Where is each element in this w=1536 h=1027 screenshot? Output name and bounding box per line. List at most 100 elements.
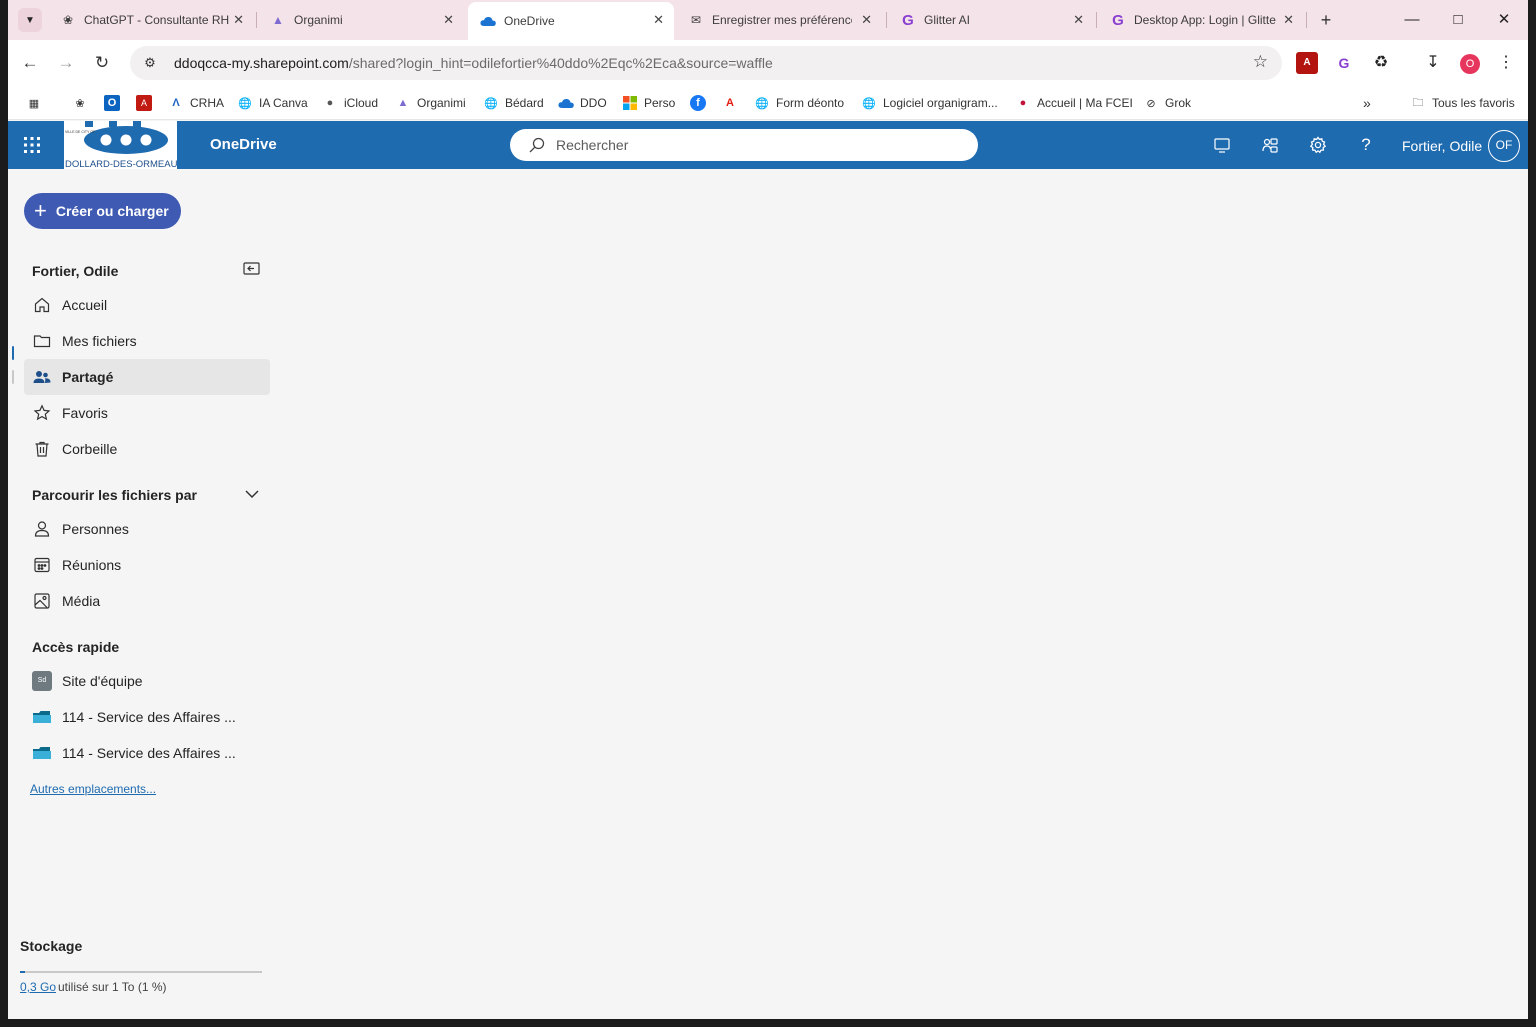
nav-item-accueil[interactable]: Accueil bbox=[24, 287, 270, 323]
monitor-icon[interactable] bbox=[1210, 133, 1234, 157]
tab-onedrive[interactable]: OneDrive ✕ bbox=[468, 2, 674, 40]
nav-item-corbeille[interactable]: Corbeille bbox=[24, 431, 270, 467]
browse-item-label: Média bbox=[62, 593, 101, 609]
close-icon[interactable]: ✕ bbox=[653, 12, 664, 28]
browse-item-personnes[interactable]: Personnes bbox=[24, 511, 270, 547]
extensions-icon[interactable]: ♻ bbox=[1370, 52, 1392, 74]
bookmark-fcei[interactable]: ● Accueil | Ma FCEI bbox=[1015, 93, 1133, 113]
back-button[interactable]: ← bbox=[18, 51, 42, 75]
nav-item-partage[interactable]: Partagé bbox=[24, 359, 270, 395]
star-icon bbox=[32, 403, 52, 423]
people-icon bbox=[32, 367, 52, 387]
bookmark-ddo[interactable]: DDO bbox=[558, 93, 607, 113]
collapse-pane-icon[interactable] bbox=[243, 262, 261, 276]
tab-organimi[interactable]: ▲ Organimi ✕ bbox=[258, 6, 464, 34]
quick-access-label: Site d'équipe bbox=[62, 673, 143, 689]
quick-access-library-1[interactable]: 114 - Service des Affaires ... bbox=[24, 699, 270, 735]
browser-toolbar: ← → ↻ ⚙ ddoqcca-my.sharepoint.com/shared… bbox=[8, 40, 1528, 86]
search-box[interactable] bbox=[510, 129, 978, 161]
download-icon[interactable]: ↧ bbox=[1422, 52, 1444, 74]
search-input[interactable] bbox=[556, 137, 956, 153]
share-network-icon[interactable] bbox=[1258, 133, 1282, 157]
bookmark-pdf[interactable]: A bbox=[136, 93, 158, 113]
browse-item-label: Personnes bbox=[62, 521, 129, 537]
address-bar[interactable]: ⚙ ddoqcca-my.sharepoint.com/shared?login… bbox=[130, 46, 1282, 80]
menu-icon[interactable]: ⋮ bbox=[1495, 52, 1517, 74]
bookmark-facebook[interactable]: f bbox=[690, 93, 712, 113]
close-icon[interactable]: ✕ bbox=[1073, 12, 1084, 28]
bookmark-adobe[interactable]: A bbox=[722, 93, 744, 113]
bookmark-icloud[interactable]: ● iCloud bbox=[322, 93, 378, 113]
bookmark-apps[interactable]: ▦ bbox=[26, 93, 48, 113]
profile-avatar[interactable]: O bbox=[1460, 54, 1480, 74]
user-avatar[interactable]: OF bbox=[1488, 130, 1520, 162]
close-window-button[interactable]: ✕ bbox=[1484, 6, 1524, 34]
settings-gear-icon[interactable] bbox=[1306, 133, 1330, 157]
plus-icon: + bbox=[34, 198, 47, 223]
adobe-acrobat-icon[interactable]: A bbox=[1296, 52, 1318, 74]
bookmark-outlook[interactable]: O bbox=[104, 93, 126, 113]
bookmark-form-deonto[interactable]: 🌐 Form déonto bbox=[754, 93, 844, 113]
glitter-icon[interactable]: G bbox=[1333, 52, 1355, 74]
close-icon[interactable]: ✕ bbox=[443, 12, 454, 28]
tab-chatgpt[interactable]: ❀ ChatGPT - Consultante RH ✕ bbox=[48, 6, 254, 34]
tab-separator bbox=[1096, 12, 1097, 28]
all-bookmarks-folder[interactable]: 🗀 Tous les favoris bbox=[1410, 93, 1515, 113]
storage-info-text: utilisé sur 1 To (1 %) bbox=[58, 980, 167, 994]
storage-progress-fill bbox=[20, 971, 25, 973]
apps-icon: ▦ bbox=[28, 97, 40, 110]
close-icon[interactable]: ✕ bbox=[1283, 12, 1294, 28]
tab-search-button[interactable]: ▼ bbox=[18, 8, 42, 32]
nav-item-mes-fichiers[interactable]: Mes fichiers bbox=[24, 323, 270, 359]
user-name[interactable]: Fortier, Odile bbox=[1402, 138, 1482, 154]
bookmark-star-icon[interactable]: ☆ bbox=[1253, 52, 1268, 72]
trash-icon bbox=[32, 439, 52, 459]
globe-icon: 🌐 bbox=[238, 97, 252, 110]
storage-used-link[interactable]: 0,3 Go bbox=[20, 980, 56, 994]
site-info-icon[interactable]: ⚙ bbox=[138, 51, 162, 75]
organization-logo[interactable]: VILLE DE CITY OF DOLLARD-DES-ORMEAUX bbox=[64, 121, 184, 170]
quick-access-library-2[interactable]: 114 - Service des Affaires ... bbox=[24, 735, 270, 771]
nav-item-favoris[interactable]: Favoris bbox=[24, 395, 270, 431]
bookmark-perso[interactable]: Perso bbox=[622, 93, 675, 113]
more-locations-link[interactable]: Autres emplacements... bbox=[30, 782, 156, 796]
close-icon[interactable]: ✕ bbox=[233, 12, 244, 28]
tab-glitter[interactable]: G Glitter AI ✕ bbox=[888, 6, 1094, 34]
bookmark-organimi[interactable]: ▲ Organimi bbox=[395, 93, 466, 113]
tab-title: Organimi bbox=[294, 13, 343, 27]
nav-item-label: Mes fichiers bbox=[62, 333, 137, 349]
new-tab-button[interactable]: + bbox=[1314, 8, 1338, 32]
chevron-down-icon[interactable] bbox=[244, 488, 260, 500]
url-text[interactable]: ddoqcca-my.sharepoint.com/shared?login_h… bbox=[174, 55, 773, 71]
minimize-button[interactable]: — bbox=[1392, 6, 1432, 34]
tab-glitter-desktop[interactable]: G Desktop App: Login | Glitter ✕ bbox=[1098, 6, 1304, 34]
bookmark-bedard[interactable]: 🌐 Bédard bbox=[483, 93, 544, 113]
bookmark-grok[interactable]: ⊘ Grok bbox=[1143, 93, 1191, 113]
adobe-icon: A bbox=[726, 97, 734, 109]
browse-item-reunions[interactable]: Réunions bbox=[24, 547, 270, 583]
close-icon[interactable]: ✕ bbox=[861, 12, 872, 28]
reload-button[interactable]: ↻ bbox=[90, 51, 114, 75]
help-icon[interactable]: ? bbox=[1354, 133, 1378, 157]
tab-title: Desktop App: Login | Glitter bbox=[1134, 13, 1276, 27]
folder-icon: 🗀 bbox=[1412, 96, 1424, 109]
forward-button[interactable]: → bbox=[54, 51, 78, 75]
maximize-button[interactable]: □ bbox=[1438, 6, 1478, 34]
bookmark-chatgpt[interactable]: ❀ bbox=[72, 93, 94, 113]
bookmark-logiciel[interactable]: 🌐 Logiciel organigram... bbox=[861, 93, 998, 113]
tab-enregistrer[interactable]: ✉ Enregistrer mes préférences ✕ bbox=[676, 6, 882, 34]
more-bookmarks-button[interactable]: » bbox=[1363, 93, 1371, 113]
bookmark-crha[interactable]: Λ CRHA bbox=[168, 93, 224, 113]
app-name[interactable]: OneDrive bbox=[210, 136, 277, 153]
bookmark-ia-canva[interactable]: 🌐 IA Canva bbox=[237, 93, 308, 113]
browse-item-media[interactable]: Média bbox=[24, 583, 270, 619]
browse-section-title[interactable]: Parcourir les fichiers par bbox=[32, 487, 197, 503]
create-upload-button[interactable]: + Créer ou charger bbox=[24, 193, 181, 229]
quick-access-site-equipe[interactable]: Sd Site d'équipe bbox=[24, 663, 270, 699]
app-launcher-icon[interactable] bbox=[20, 133, 44, 157]
organimi-icon: ▲ bbox=[272, 13, 284, 27]
search-icon bbox=[528, 136, 546, 154]
globe-icon: 🌐 bbox=[755, 97, 769, 110]
storage-title: Stockage bbox=[20, 938, 83, 954]
tab-separator bbox=[256, 12, 257, 28]
